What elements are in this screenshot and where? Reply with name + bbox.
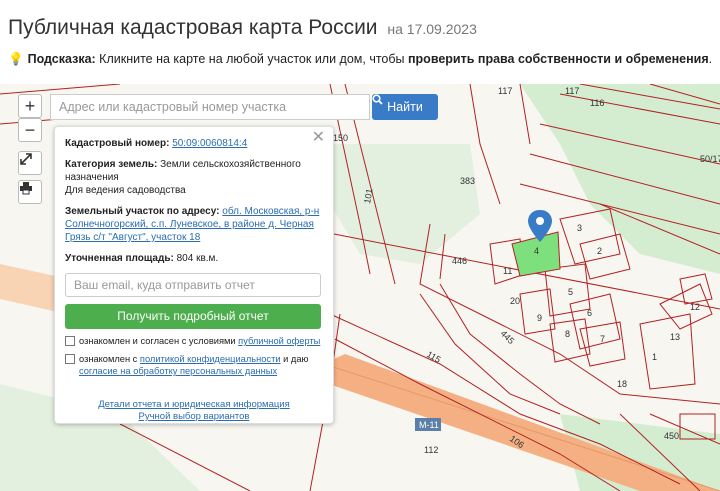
fullscreen-button[interactable] xyxy=(18,151,42,175)
search-button-label: Найти xyxy=(387,100,423,114)
cadastral-label: Кадастровый номер: xyxy=(65,138,170,149)
data-consent-link[interactable]: согласие на обработку персональных данны… xyxy=(79,366,277,376)
parcel-border xyxy=(0,84,121,95)
map-label: 112 xyxy=(424,445,438,455)
zoom-in-button[interactable]: + xyxy=(18,94,42,118)
parcel xyxy=(639,313,696,390)
privacy-mid: и даю xyxy=(280,354,309,364)
area-value: 804 кв.м. xyxy=(176,253,219,264)
privacy-policy-link[interactable]: политикой конфиденциальности xyxy=(140,354,281,364)
privacy-text: ознакомлен с xyxy=(79,354,140,364)
map-label: 1 xyxy=(652,352,657,362)
cadastral-map[interactable]: 117 117 116 50/17 150 383 101 446 3 2 4 … xyxy=(0,84,720,491)
page-title: Публичная кадастровая карта России на 17… xyxy=(8,16,477,40)
report-details-link[interactable]: Детали отчета и юридическая информация xyxy=(98,399,290,410)
map-label: 117 xyxy=(565,86,579,96)
cadastral-number-link[interactable]: 50:09:0060814:4 xyxy=(172,138,247,149)
map-label: 6 xyxy=(587,308,592,318)
parcel xyxy=(659,283,713,330)
area-row: Уточненная площадь: 804 кв.м. xyxy=(65,252,323,265)
usage-value: Для ведения садоводства xyxy=(65,185,186,196)
title-date: на 17.09.2023 xyxy=(387,21,477,37)
map-label: 383 xyxy=(460,176,475,186)
email-input[interactable]: Ваш email, куда отправить отчет xyxy=(65,273,321,297)
printer-icon xyxy=(20,182,32,195)
hint-line: 💡 Подсказка: Кликните на карте на любой у… xyxy=(8,52,712,67)
search-icon xyxy=(372,94,383,105)
map-label: 446 xyxy=(452,256,467,266)
zoom-out-button[interactable]: − xyxy=(18,118,42,142)
close-icon[interactable]: ✕ xyxy=(312,130,325,146)
hint-text: Кликните на карте на любой участок или д… xyxy=(95,52,408,66)
map-label: 50/17 xyxy=(700,154,720,164)
map-label: 20 xyxy=(510,296,520,306)
offer-checkbox-label: ознакомлен и согласен с условиями публич… xyxy=(79,335,320,347)
lightbulb-icon: 💡 xyxy=(8,52,24,66)
cadastral-number-row: Кадастровый номер: 50:09:0060814:4 xyxy=(65,137,323,150)
category-row: Категория земель: Земли сельскохозяйстве… xyxy=(65,158,323,197)
map-label: 12 xyxy=(690,302,700,312)
map-label: 117 xyxy=(498,86,512,96)
privacy-checkbox-row: ознакомлен с политикой конфиденциальност… xyxy=(65,353,323,377)
hint-bold: проверить права собственности и обремене… xyxy=(408,52,709,66)
map-label: 9 xyxy=(537,313,542,323)
address-label: Земельный участок по адресу: xyxy=(65,206,220,217)
search-button[interactable]: Найти xyxy=(372,94,438,120)
manual-select-link[interactable]: Ручной выбор вариантов xyxy=(139,411,250,422)
map-label: 7 xyxy=(600,334,605,344)
map-label: 3 xyxy=(577,223,582,233)
privacy-checkbox[interactable] xyxy=(65,354,75,364)
category-label: Категория земель: xyxy=(65,159,158,170)
green-area xyxy=(330,144,480,264)
parcel xyxy=(579,233,631,280)
parcel xyxy=(549,318,591,363)
hint-label: Подсказка: xyxy=(27,52,96,66)
map-label: 2 xyxy=(597,246,602,256)
offer-checkbox[interactable] xyxy=(65,336,75,346)
hint-end: . xyxy=(708,52,713,66)
parcel-info-popup: ✕ Кадастровый номер: 50:09:0060814:4 Кат… xyxy=(54,126,334,424)
offer-link[interactable]: публичной оферты xyxy=(238,336,320,346)
highway-label: M-11 xyxy=(419,420,439,430)
print-button[interactable] xyxy=(18,180,42,204)
title-text: Публичная кадастровая карта России xyxy=(8,16,378,39)
parcel xyxy=(679,273,713,305)
popup-footer-links: Детали отчета и юридическая информация Р… xyxy=(65,399,323,423)
get-report-button[interactable]: Получить подробный отчет xyxy=(65,304,321,329)
map-label: 450 xyxy=(664,431,679,441)
privacy-checkbox-label: ознакомлен с политикой конфиденциальност… xyxy=(79,353,323,377)
map-label: 115 xyxy=(425,349,442,365)
map-label: 11 xyxy=(503,266,512,276)
parcel xyxy=(569,293,621,350)
offer-checkbox-row: ознакомлен и согласен с условиями публич… xyxy=(65,335,323,347)
map-label: 18 xyxy=(617,379,627,389)
map-label: 5 xyxy=(568,287,573,297)
area-label: Уточненная площадь: xyxy=(65,253,174,264)
map-label: 4 xyxy=(534,246,539,256)
map-label: 8 xyxy=(565,329,570,339)
map-label: 116 xyxy=(590,98,604,108)
map-label: 13 xyxy=(670,332,680,342)
expand-icon xyxy=(20,153,32,165)
search-input[interactable]: Адрес или кадастровый номер участка xyxy=(50,94,370,120)
map-label: 150 xyxy=(333,133,348,143)
address-row: Земельный участок по адресу: обл. Москов… xyxy=(65,205,323,244)
offer-text: ознакомлен и согласен с условиями xyxy=(79,336,239,346)
